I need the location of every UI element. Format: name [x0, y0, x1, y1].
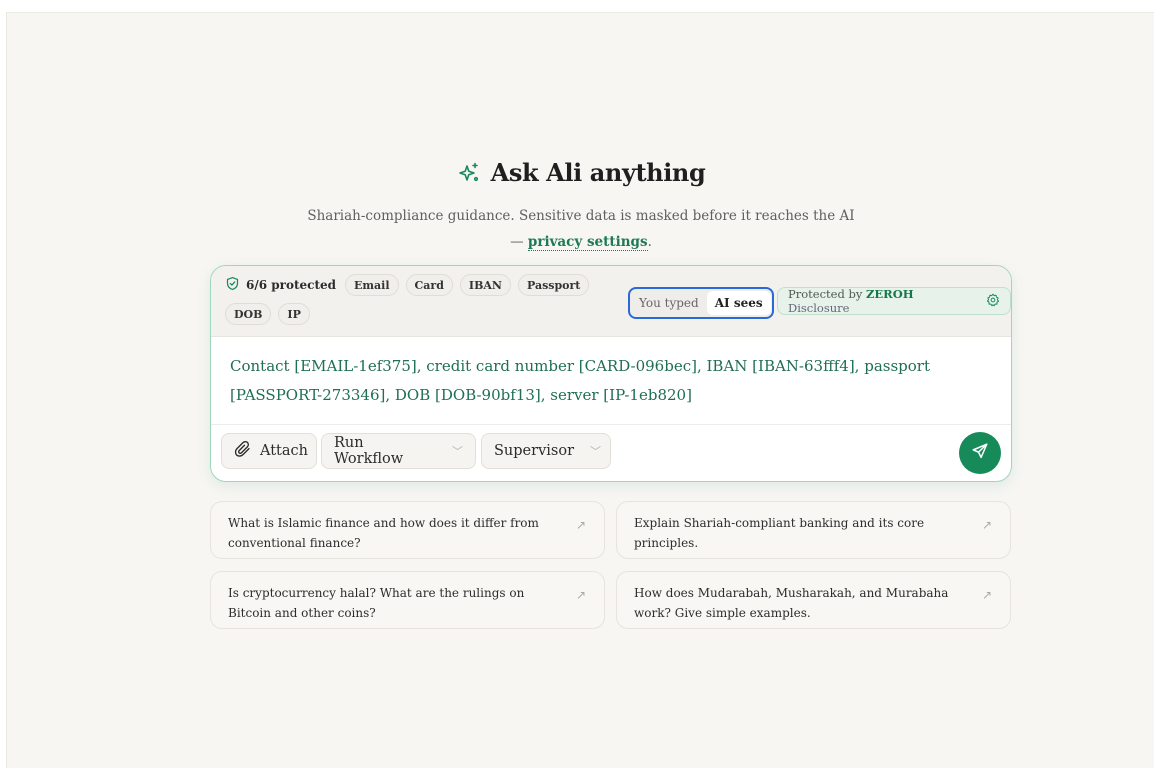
- chip-dob[interactable]: DOB: [225, 303, 272, 325]
- badge-brand: ZEROH: [866, 287, 914, 301]
- send-button[interactable]: [959, 432, 1001, 474]
- composer-toolbar: Attach Run Workflow ﹀ Supervisor ﹀: [211, 424, 1011, 481]
- suggestion-text: Explain Shariah-compliant banking and it…: [634, 516, 925, 550]
- hero: Ask Ali anything Shariah-compliance guid…: [7, 158, 1154, 255]
- workflow-label: Run Workflow: [334, 435, 404, 467]
- protected-status: 6/6 protected: [225, 274, 336, 296]
- run-workflow-dropdown[interactable]: Run Workflow ﹀: [321, 433, 476, 469]
- subtitle-end: .: [647, 233, 652, 250]
- badge-text: Protected by ZEROH Disclosure: [788, 287, 978, 315]
- chip-iban[interactable]: IBAN: [459, 274, 511, 296]
- suggestion-card[interactable]: How does Mudarabah, Musharakah, and Mura…: [616, 571, 1011, 629]
- suggestion-text: What is Islamic finance and how does it …: [228, 516, 539, 550]
- message-input[interactable]: Contact [EMAIL-1ef375], credit card numb…: [230, 352, 990, 410]
- arrow-up-right-icon: ↗: [575, 588, 586, 602]
- badge-suffix: Disclosure: [788, 301, 850, 315]
- view-toggle: You typed AI sees: [628, 287, 774, 319]
- gear-icon[interactable]: [986, 293, 1000, 310]
- badge-prefix: Protected by: [788, 287, 863, 301]
- attach-label: Attach: [260, 443, 308, 459]
- suggestion-card[interactable]: Is cryptocurrency halal? What are the ru…: [210, 571, 605, 629]
- privacy-bar: 6/6 protected Email Card IBAN Passport D…: [211, 266, 1011, 337]
- zeroh-disclosure-badge[interactable]: Protected by ZEROH Disclosure: [777, 287, 1011, 315]
- arrow-up-right-icon: ↗: [981, 518, 992, 532]
- page-title: Ask Ali anything: [457, 158, 706, 187]
- chip-card[interactable]: Card: [405, 274, 453, 296]
- shield-check-icon: [225, 276, 240, 294]
- mode-label: Supervisor: [494, 443, 574, 459]
- chevron-down-icon: ﹀: [590, 445, 601, 458]
- page-subtitle: Shariah-compliance guidance. Sensitive d…: [301, 203, 861, 255]
- send-icon: [971, 442, 989, 464]
- arrow-up-right-icon: ↗: [981, 588, 992, 602]
- chip-ip[interactable]: IP: [278, 303, 310, 325]
- protected-count: 6/6 protected: [246, 278, 337, 292]
- paperclip-icon: [234, 440, 252, 462]
- suggestion-card[interactable]: Explain Shariah-compliant banking and it…: [616, 501, 1011, 559]
- toggle-ai-sees[interactable]: AI sees: [706, 291, 771, 315]
- chip-passport[interactable]: Passport: [517, 274, 590, 296]
- sparkles-icon: [457, 161, 481, 185]
- suggestion-text: Is cryptocurrency halal? What are the ru…: [228, 586, 525, 620]
- attach-button[interactable]: Attach: [221, 433, 317, 469]
- toggle-you-typed[interactable]: You typed: [631, 291, 707, 315]
- privacy-settings-link[interactable]: privacy settings: [527, 233, 648, 251]
- suggestion-card[interactable]: What is Islamic finance and how does it …: [210, 501, 605, 559]
- page-title-text: Ask Ali anything: [490, 158, 706, 187]
- agent-mode-dropdown[interactable]: Supervisor ﹀: [481, 433, 611, 469]
- arrow-up-right-icon: ↗: [575, 518, 586, 532]
- suggestion-text: How does Mudarabah, Musharakah, and Mura…: [634, 586, 949, 620]
- chevron-down-icon: ﹀: [452, 445, 463, 458]
- app-canvas: Ask Ali anything Shariah-compliance guid…: [6, 12, 1154, 768]
- protected-chips: 6/6 protected Email Card IBAN Passport D…: [225, 274, 605, 325]
- chat-composer: 6/6 protected Email Card IBAN Passport D…: [210, 265, 1012, 482]
- chip-email[interactable]: Email: [345, 274, 399, 296]
